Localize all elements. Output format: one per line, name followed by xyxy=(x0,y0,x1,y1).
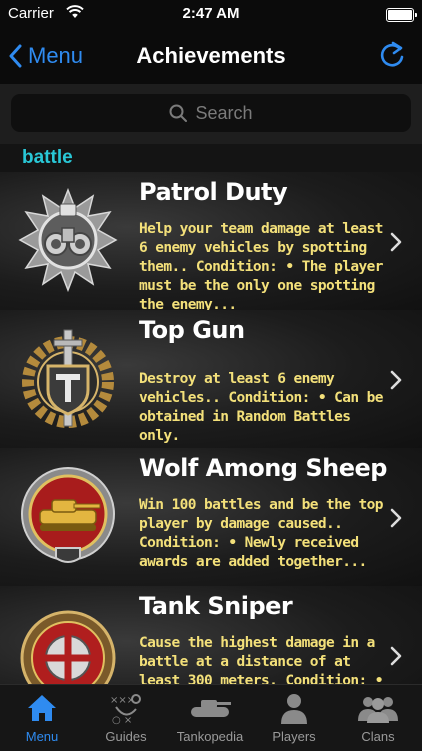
binoculars-medal-icon xyxy=(18,187,118,294)
page-title: Achievements xyxy=(136,43,286,68)
achievement-name: Patrol Duty xyxy=(139,178,288,206)
status-bar: Carrier 2:47 AM xyxy=(0,0,422,28)
refresh-button[interactable] xyxy=(378,40,406,75)
tab-bar: Menu ××× ○ × Guides Tankopedia Players Cl… xyxy=(0,684,422,751)
home-icon xyxy=(0,691,84,725)
achievement-row-top-gun[interactable]: Top Gun Destroy at least 6 enemy vehicle… xyxy=(0,310,422,449)
search-icon xyxy=(169,104,188,122)
chevron-right-icon xyxy=(390,232,402,252)
chevron-right-icon xyxy=(390,646,402,666)
tab-label: Guides xyxy=(105,729,147,744)
tab-tankopedia[interactable]: Tankopedia xyxy=(168,691,252,749)
tab-menu[interactable]: Menu xyxy=(0,691,84,749)
chevron-right-icon xyxy=(390,508,402,528)
group-icon xyxy=(336,691,420,725)
refresh-icon xyxy=(380,41,404,67)
achievement-description: Cause the highest damage in a battle at … xyxy=(139,635,384,684)
achievement-description: Destroy at least 6 enemy vehicles.. Cond… xyxy=(139,371,384,444)
achievement-name: Wolf Among Sheep xyxy=(139,454,387,482)
achievement-description: Help your team damage at least 6 enemy v… xyxy=(139,221,384,313)
achievement-list[interactable]: Patrol Duty Help your team damage at lea… xyxy=(0,172,422,684)
chevron-right-icon xyxy=(390,370,402,390)
achievement-description: Win 100 battles and be the top player by… xyxy=(139,497,384,570)
playbook-icon: ××× ○ × xyxy=(84,691,168,725)
tab-label: Clans xyxy=(361,729,395,744)
achievement-row-wolf-among-sheep[interactable]: Wolf Among Sheep Win 100 battles and be … xyxy=(0,448,422,587)
search-placeholder: Search xyxy=(195,102,253,123)
person-icon xyxy=(252,691,336,725)
search-input[interactable]: Search xyxy=(11,94,411,132)
achievement-name: Top Gun xyxy=(139,316,245,344)
sword-shield-medal-icon xyxy=(18,326,118,432)
svg-text:○ ×: ○ × xyxy=(112,715,132,725)
gold-tank-medal-icon xyxy=(18,464,118,570)
section-header: battle xyxy=(0,144,422,172)
tab-clans[interactable]: Clans xyxy=(336,691,420,749)
tab-label: Players xyxy=(272,729,316,744)
navigation-bar: Menu Achievements xyxy=(0,28,422,84)
tab-players[interactable]: Players xyxy=(252,691,336,749)
achievement-row-patrol-duty[interactable]: Patrol Duty Help your team damage at lea… xyxy=(0,172,422,313)
tank-icon xyxy=(168,691,252,725)
battery-icon xyxy=(386,8,417,22)
section-title: battle xyxy=(22,147,73,168)
achievement-row-tank-sniper[interactable]: Tank Sniper Cause the highest damage in … xyxy=(0,586,422,684)
tab-guides[interactable]: ××× ○ × Guides xyxy=(84,691,168,749)
crosshair-medal-icon xyxy=(18,602,118,684)
tab-label: Tankopedia xyxy=(176,729,244,744)
clock: 2:47 AM xyxy=(182,5,240,22)
search-bar: Search xyxy=(0,84,422,144)
tab-label: Menu xyxy=(25,729,59,744)
achievement-name: Tank Sniper xyxy=(139,592,293,620)
